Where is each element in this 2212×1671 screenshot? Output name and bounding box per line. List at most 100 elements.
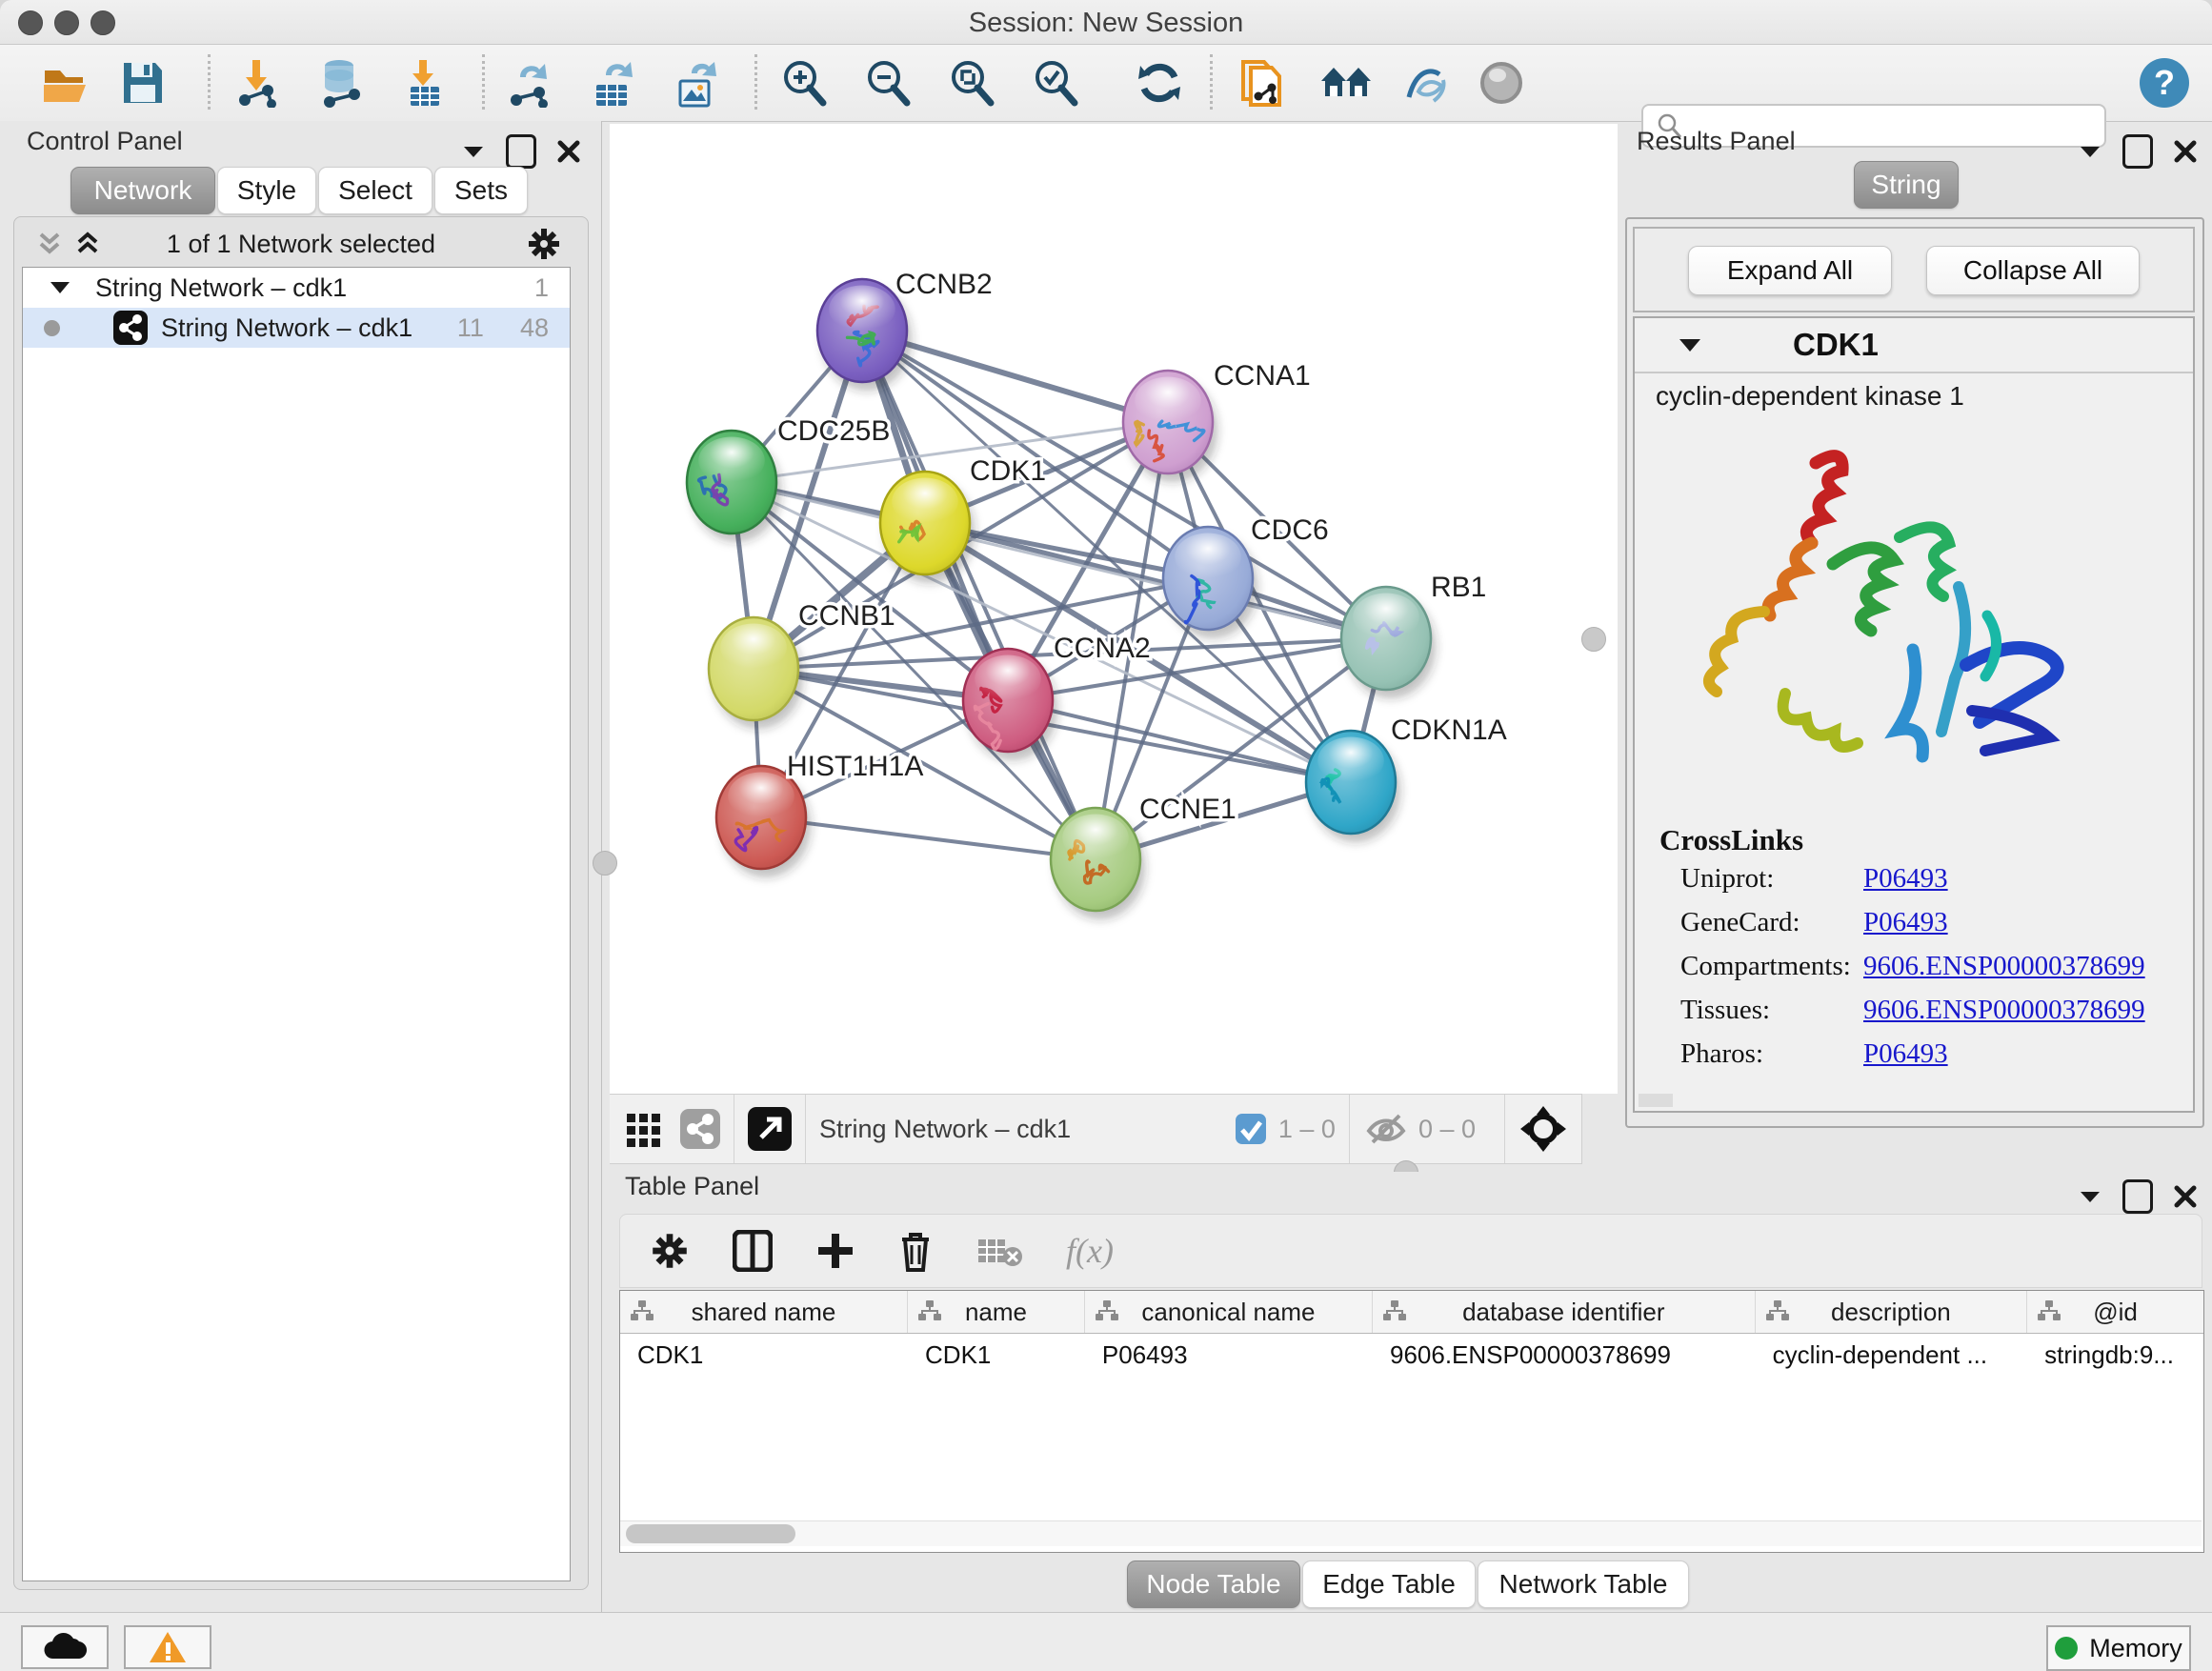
crosslink-label: Tissues:: [1680, 995, 1770, 1025]
tab-sets[interactable]: Sets: [434, 167, 528, 214]
expand-all-button[interactable]: Expand All: [1688, 246, 1892, 295]
crosslink-row: Tissues: 9606.ENSP00000378699: [1680, 995, 2176, 1026]
gene-expander-icon[interactable]: [1679, 337, 1701, 353]
memory-button[interactable]: Memory: [2046, 1625, 2191, 1671]
float-panel-icon[interactable]: [2122, 1179, 2153, 1214]
panel-menu-icon[interactable]: [462, 144, 485, 159]
table-cell[interactable]: stringdb:9...: [2027, 1334, 2204, 1377]
node-HIST1H1A[interactable]: HIST1H1A: [716, 751, 923, 877]
table-gear-icon[interactable]: [651, 1232, 689, 1270]
network-state-dot-icon: [44, 320, 60, 336]
network-label: String Network – cdk1: [161, 313, 412, 343]
hide-glass-button[interactable]: [1398, 56, 1452, 110]
help-button[interactable]: ?: [2138, 56, 2191, 110]
node-RB1[interactable]: RB1: [1341, 572, 1486, 698]
crosslink-link[interactable]: P06493: [1863, 1038, 1948, 1070]
column-header-id[interactable]: @id: [2027, 1291, 2204, 1334]
node-CDC25B[interactable]: CDC25B: [687, 415, 890, 542]
refresh-button[interactable]: [1134, 56, 1187, 110]
crosslink-link[interactable]: 9606.ENSP00000378699: [1863, 995, 2145, 1026]
select-columns-icon[interactable]: [733, 1230, 773, 1272]
node-CCNE1[interactable]: CCNE1: [1051, 794, 1237, 919]
network-canvas[interactable]: CCNB2CCNA1CDC25BCDK1CDC6RB1CCNB1CCNA2CDK…: [610, 124, 1618, 1094]
tab-network[interactable]: Network: [70, 167, 215, 214]
houses-button[interactable]: [1319, 56, 1373, 110]
table-cell[interactable]: CDK1: [620, 1334, 908, 1377]
delete-column-icon[interactable]: [898, 1230, 933, 1272]
sphere-button[interactable]: [1475, 56, 1528, 110]
vertical-splitter-handle[interactable]: [1581, 627, 1606, 652]
import-network-database-button[interactable]: [314, 56, 368, 110]
crosslink-link[interactable]: P06493: [1863, 907, 1948, 938]
table-cell[interactable]: P06493: [1084, 1334, 1372, 1377]
column-header-description[interactable]: description: [1755, 1291, 2026, 1334]
crosslink-link[interactable]: P06493: [1863, 863, 1948, 895]
string-share-icon[interactable]: [680, 1109, 720, 1149]
node-CCNA1[interactable]: CCNA1: [1123, 360, 1311, 482]
table-hscrollbar-thumb[interactable]: [626, 1524, 795, 1543]
close-panel-icon[interactable]: [2174, 1185, 2197, 1208]
column-header-databaseidentifier[interactable]: database identifier: [1372, 1291, 1755, 1334]
results-hscrollbar[interactable]: [1639, 1094, 1673, 1107]
float-panel-icon[interactable]: [2122, 134, 2153, 169]
import-network-button[interactable]: [231, 56, 284, 110]
node-CDK1[interactable]: CDK1: [880, 455, 1046, 583]
zoom-out-button[interactable]: [861, 56, 915, 110]
edge-CCNA2-CDKN1A[interactable]: [1008, 700, 1351, 782]
tab-node-table[interactable]: Node Table: [1127, 1560, 1300, 1608]
tab-select[interactable]: Select: [318, 167, 432, 214]
table-cell[interactable]: stringdb: [2204, 1334, 2205, 1377]
node-table[interactable]: shared namenamecanonical namedatabase id…: [619, 1290, 2204, 1553]
gear-icon[interactable]: [527, 227, 561, 261]
crosslink-link[interactable]: 9606.ENSP00000378699: [1863, 951, 2145, 982]
tab-network-table[interactable]: Network Table: [1478, 1560, 1689, 1608]
zoom-in-button[interactable]: [777, 56, 831, 110]
export-table-button[interactable]: [587, 56, 640, 110]
panel-menu-icon[interactable]: [2079, 1189, 2101, 1204]
cloud-button[interactable]: [21, 1625, 109, 1669]
column-header-name[interactable]: name: [908, 1291, 1085, 1334]
close-panel-icon[interactable]: [557, 140, 580, 163]
table-cell[interactable]: CDK1: [908, 1334, 1085, 1377]
table-hscrollbar[interactable]: [620, 1520, 2202, 1546]
edge-HIST1H1A-CCNE1[interactable]: [761, 817, 1096, 859]
birdseye-grid-icon[interactable]: [625, 1110, 663, 1148]
table-row[interactable]: CDK1CDK1P064939606.ENSP00000378699cyclin…: [620, 1334, 2204, 1377]
float-panel-icon[interactable]: [506, 134, 536, 169]
open-in-window-icon[interactable]: [748, 1107, 792, 1151]
vertical-splitter-handle[interactable]: [593, 851, 617, 876]
table-cell[interactable]: cyclin-dependent ...: [1755, 1334, 2026, 1377]
table-cell[interactable]: 9606.ENSP00000378699: [1372, 1334, 1755, 1377]
network-collection-row[interactable]: String Network – cdk1 1: [23, 268, 570, 308]
warning-button[interactable]: [124, 1625, 211, 1669]
network-row[interactable]: String Network – cdk1 11 48: [23, 308, 570, 348]
open-session-button[interactable]: [40, 56, 93, 110]
column-header-namespace[interactable]: namespace: [2204, 1291, 2205, 1334]
export-network-button[interactable]: [503, 56, 556, 110]
import-table-button[interactable]: [398, 56, 452, 110]
export-image-button[interactable]: [671, 56, 724, 110]
import-database-icon: [316, 58, 366, 108]
column-header-canonicalname[interactable]: canonical name: [1084, 1291, 1372, 1334]
crosshair-icon[interactable]: [1518, 1104, 1568, 1154]
memory-label: Memory: [2089, 1634, 2182, 1663]
collection-expander-icon[interactable]: [50, 280, 70, 295]
export-table-icon: [589, 58, 638, 108]
collapse-all-button[interactable]: Collapse All: [1926, 246, 2140, 295]
node-CCNB2[interactable]: CCNB2: [817, 269, 993, 391]
add-column-icon[interactable]: [816, 1232, 855, 1270]
tab-string[interactable]: String: [1854, 161, 1959, 209]
string-document-button[interactable]: [1235, 56, 1288, 110]
column-header-sharedname[interactable]: shared name: [620, 1291, 908, 1334]
tab-style[interactable]: Style: [217, 167, 316, 214]
save-session-button[interactable]: [116, 56, 170, 110]
tab-edge-table[interactable]: Edge Table: [1302, 1560, 1476, 1608]
gene-description: cyclin-dependent kinase 1: [1656, 381, 1964, 412]
zoom-fit-button[interactable]: [945, 56, 998, 110]
close-panel-icon[interactable]: [2174, 140, 2197, 163]
title-bar: Session: New Session: [0, 0, 2212, 45]
panel-menu-icon[interactable]: [2079, 144, 2101, 159]
zoom-selected-button[interactable]: [1029, 56, 1082, 110]
node-CDKN1A[interactable]: CDKN1A: [1306, 715, 1507, 842]
selected-checkbox-icon[interactable]: [1235, 1113, 1267, 1145]
